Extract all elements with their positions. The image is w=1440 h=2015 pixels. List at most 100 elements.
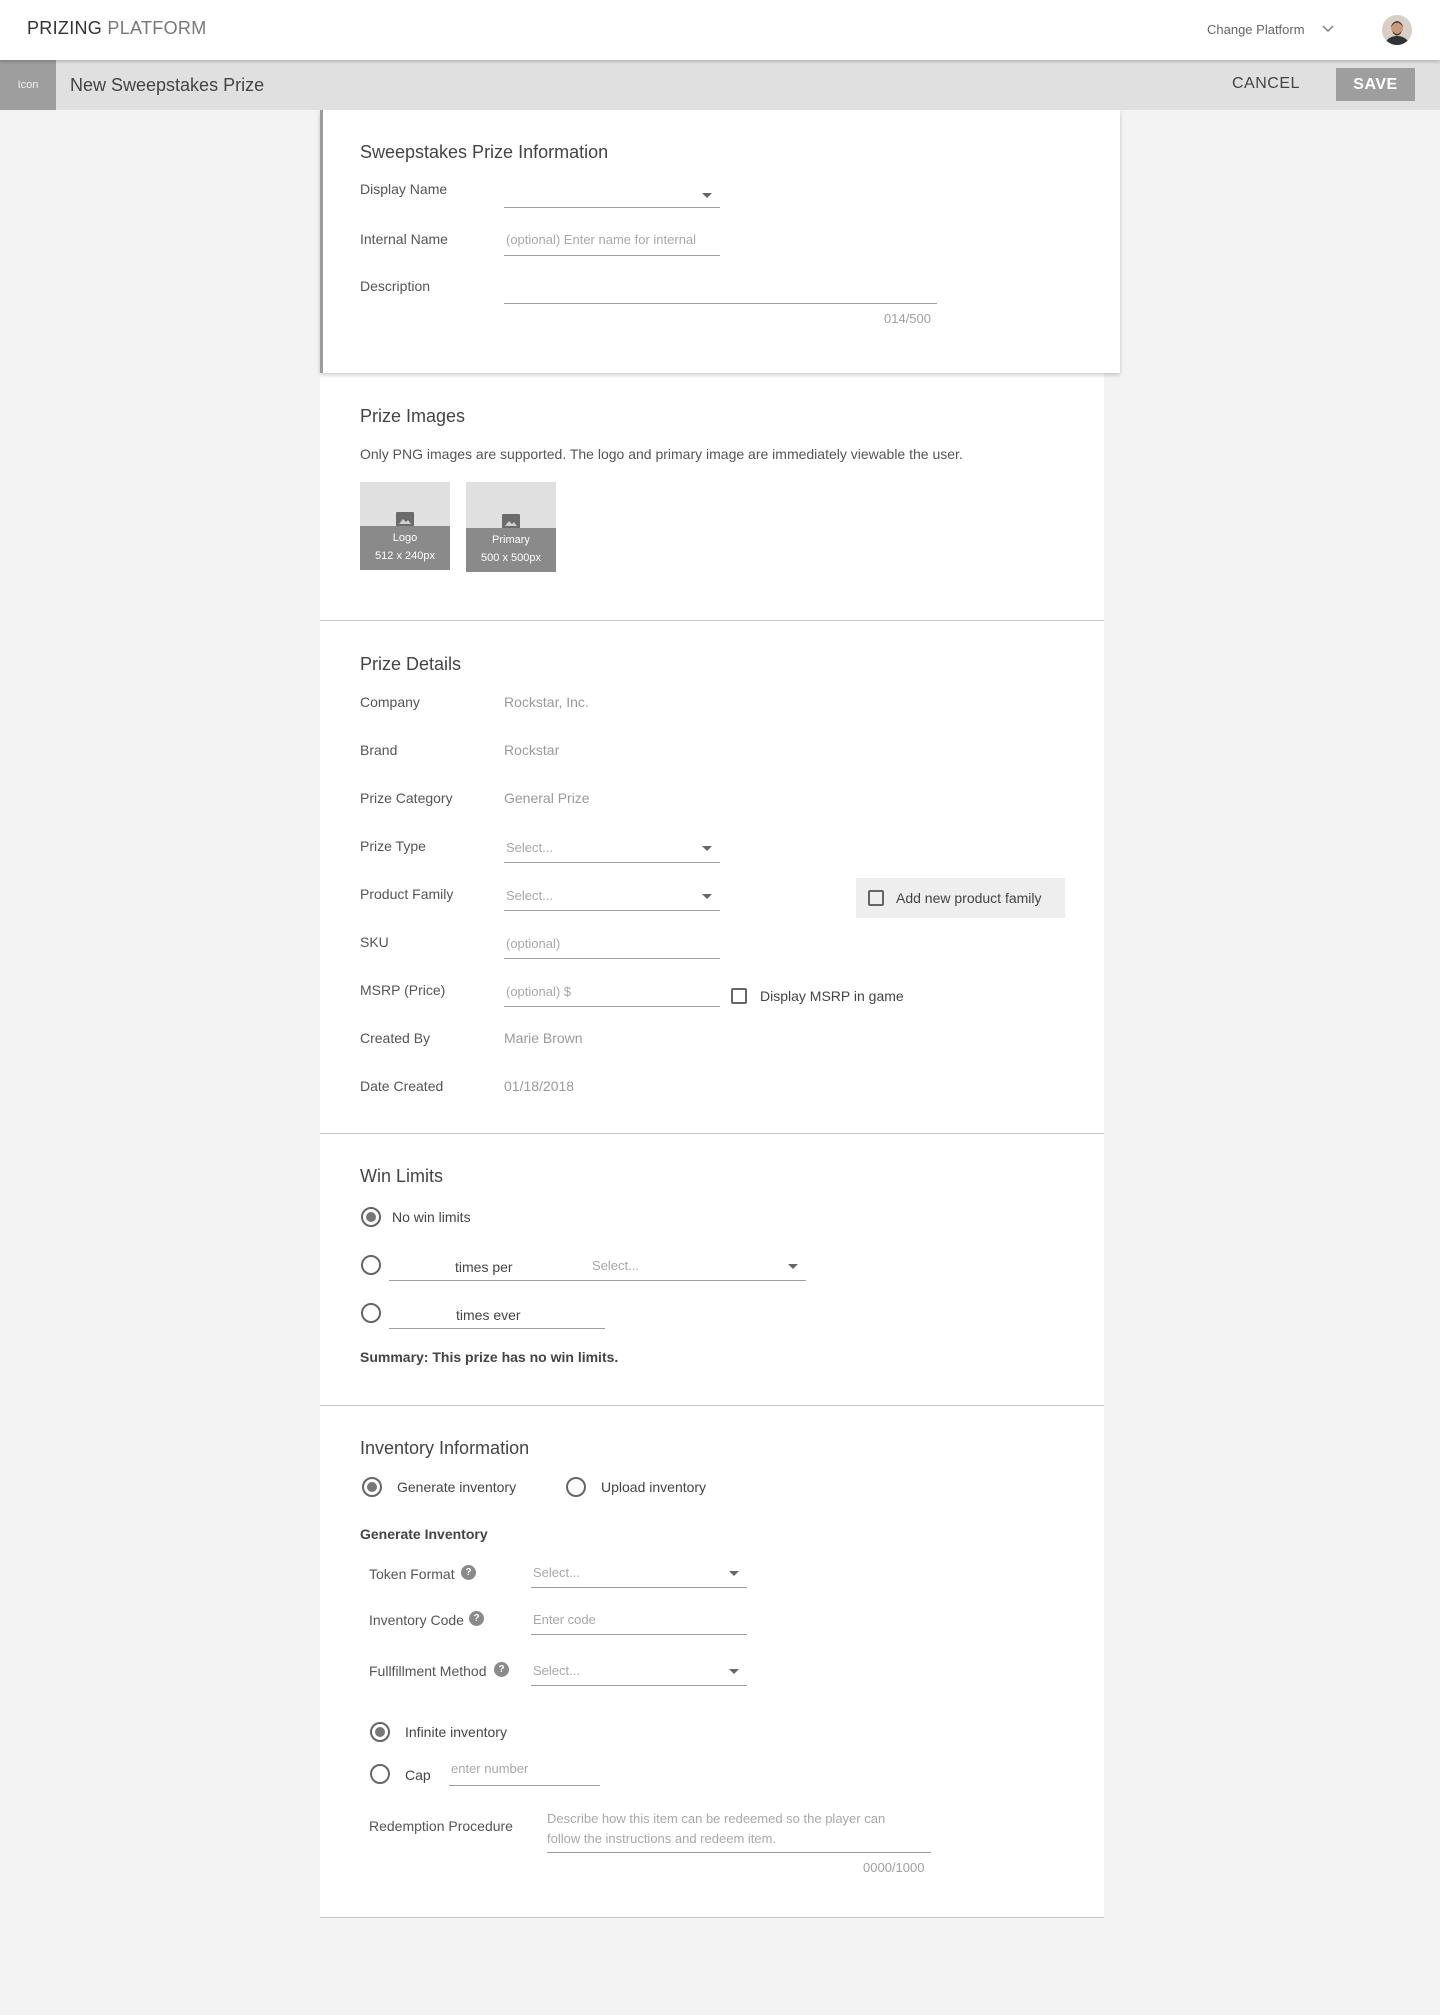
redemption-counter: 0000/1000	[863, 1860, 925, 1875]
upload-inventory-radio[interactable]	[566, 1477, 586, 1497]
change-platform-link[interactable]: Change Platform	[1207, 22, 1305, 37]
infinite-inventory-radio[interactable]	[370, 1722, 390, 1742]
no-win-limits-label: No win limits	[392, 1209, 471, 1225]
caret-down-icon	[729, 1669, 739, 1674]
internal-name-placeholder: (optional) Enter name for internal	[506, 232, 697, 247]
user-avatar[interactable]	[1382, 15, 1412, 45]
field-underline	[531, 1685, 747, 1686]
sku-input[interactable]: (optional)	[504, 928, 720, 959]
help-icon[interactable]: ?	[461, 1565, 476, 1580]
thumb-size: 512 x 240px	[375, 550, 435, 562]
cap-inventory-radio[interactable]	[370, 1764, 390, 1784]
generate-inventory-heading: Generate Inventory	[360, 1526, 488, 1542]
brand-logo[interactable]: PRIZING PLATFORM	[27, 18, 207, 39]
page-header: Icon New Sweepstakes Prize CANCEL SAVE	[0, 60, 1440, 110]
infinite-inventory-label: Infinite inventory	[405, 1724, 507, 1740]
times-ever-radio[interactable]	[361, 1303, 381, 1323]
product-family-select[interactable]: Select...	[504, 881, 720, 911]
field-underline	[504, 910, 720, 911]
win-limits-summary: Summary: This prize has no win limits.	[360, 1349, 619, 1365]
section-heading: Prize Details	[360, 654, 462, 674]
generate-inventory-radio[interactable]	[362, 1477, 382, 1497]
token-format-select[interactable]: Select...	[531, 1558, 747, 1588]
internal-name-input[interactable]: (optional) Enter name for internal	[504, 226, 720, 256]
internal-name-label: Internal Name	[360, 231, 448, 247]
times-per-count-input[interactable]: times per	[389, 1251, 596, 1281]
prize-type-label: Prize Type	[360, 838, 426, 854]
help-icon[interactable]: ?	[494, 1662, 509, 1677]
fulfillment-method-select[interactable]: Select...	[531, 1656, 747, 1686]
prize-type-select[interactable]: Select...	[504, 833, 720, 863]
product-family-label: Product Family	[360, 886, 454, 902]
field-underline	[449, 1785, 600, 1786]
chevron-down-icon[interactable]	[1322, 22, 1334, 34]
msrp-input[interactable]: (optional) $	[504, 976, 720, 1007]
inventory-code-placeholder: Enter code	[533, 1612, 596, 1627]
field-underline	[504, 303, 937, 304]
prize-type-placeholder: Select...	[506, 840, 553, 855]
field-underline	[504, 207, 720, 208]
field-underline	[590, 1280, 806, 1281]
caret-down-icon	[702, 894, 712, 899]
cap-number-input[interactable]: enter number	[449, 1756, 600, 1786]
images-note: Only PNG images are supported. The logo …	[360, 446, 963, 462]
field-underline	[504, 255, 720, 256]
caret-down-icon	[702, 846, 712, 851]
fulfillment-method-label: Fullfillment Method	[369, 1663, 487, 1679]
redemption-procedure-label: Redemption Procedure	[369, 1818, 513, 1834]
inventory-code-input[interactable]: Enter code	[531, 1604, 747, 1635]
thumb-name: Primary	[492, 534, 530, 546]
date-created-value: 01/18/2018	[504, 1078, 575, 1094]
times-per-radio[interactable]	[361, 1255, 381, 1275]
logo-image-upload[interactable]: Logo 512 x 240px	[360, 482, 450, 570]
redemption-procedure-input[interactable]: Describe how this item can be redeemed s…	[547, 1809, 931, 1853]
add-product-family-checkbox[interactable]	[868, 890, 884, 906]
save-button[interactable]: SAVE	[1336, 68, 1415, 101]
generate-inventory-label: Generate inventory	[397, 1479, 517, 1495]
field-underline	[504, 1006, 720, 1007]
times-ever-label: times ever	[456, 1307, 521, 1323]
thumb-caption: Logo 512 x 240px	[360, 526, 450, 570]
token-format-label: Token Format	[369, 1566, 455, 1582]
description-input[interactable]	[504, 270, 937, 304]
company-value: Rockstar, Inc.	[504, 694, 589, 710]
add-product-family-label: Add new product family	[896, 890, 1042, 906]
msrp-placeholder: (optional) $	[506, 984, 572, 999]
display-msrp-checkbox[interactable]	[731, 988, 747, 1004]
primary-image-upload[interactable]: Primary 500 x 500px	[466, 482, 556, 572]
brand-primary: PRIZING	[27, 18, 103, 38]
field-underline	[547, 1852, 931, 1853]
created-by-value: Marie Brown	[504, 1030, 583, 1046]
caret-down-icon	[788, 1264, 798, 1269]
description-counter: 014/500	[884, 311, 931, 326]
token-format-placeholder: Select...	[533, 1565, 580, 1580]
help-icon[interactable]: ?	[469, 1611, 484, 1626]
win-period-select[interactable]: Select...	[590, 1251, 806, 1281]
inventory-card: Inventory Information Generate inventory…	[320, 1406, 1104, 1918]
field-underline	[504, 958, 720, 959]
no-win-limits-radio[interactable]	[361, 1207, 381, 1227]
display-name-select[interactable]	[504, 176, 720, 208]
field-underline	[531, 1587, 747, 1588]
company-label: Company	[360, 694, 420, 710]
prize-information-card: Sweepstakes Prize Information Display Na…	[320, 110, 1120, 373]
section-heading: Prize Images	[360, 406, 466, 426]
sku-label: SKU	[360, 934, 389, 950]
field-underline	[531, 1634, 747, 1635]
inventory-code-label: Inventory Code	[369, 1612, 464, 1628]
add-product-family-option[interactable]: Add new product family	[856, 878, 1065, 918]
times-ever-count-input[interactable]: times ever	[389, 1299, 605, 1329]
caret-down-icon	[729, 1571, 739, 1576]
section-heading: Inventory Information	[360, 1438, 530, 1458]
prize-images-card: Prize Images Only PNG images are support…	[320, 373, 1104, 621]
display-name-label: Display Name	[360, 181, 448, 197]
fulfillment-method-placeholder: Select...	[533, 1663, 580, 1678]
redemption-placeholder-line-2: follow the instructions and redeem item.	[547, 1831, 777, 1846]
caret-down-icon	[702, 193, 712, 198]
cap-inventory-label: Cap	[405, 1767, 431, 1783]
cancel-button[interactable]: CANCEL	[1232, 75, 1300, 93]
thumb-name: Logo	[392, 532, 418, 544]
product-family-placeholder: Select...	[506, 888, 553, 903]
top-app-bar: PRIZING PLATFORM Change Platform	[0, 0, 1440, 60]
msrp-label: MSRP (Price)	[360, 982, 446, 998]
